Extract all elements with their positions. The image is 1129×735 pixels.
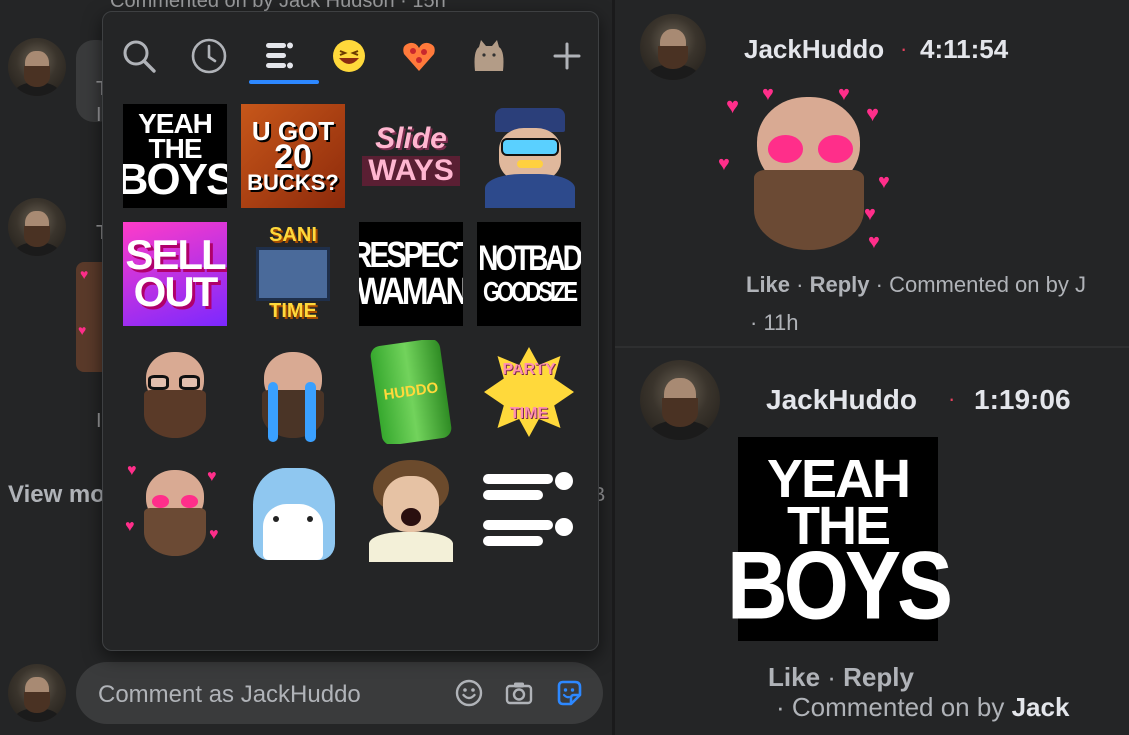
camera-icon (505, 682, 533, 705)
separator: · (796, 272, 810, 297)
sticker-yeah-the-boys[interactable]: YEAH THE BOYS (123, 104, 227, 208)
sticker-text: BUCKS? (247, 169, 339, 195)
comment-text-fragment: I (96, 104, 102, 126)
emoji-button[interactable] (452, 676, 486, 710)
sticker-huddo-can[interactable]: HUDDO (359, 340, 463, 444)
sticker-text: OUT (133, 268, 219, 315)
commented-by-line: · Commented on by Jack (776, 692, 1069, 723)
smiley-icon (455, 679, 483, 707)
sticker-text: TIME (509, 405, 549, 422)
like-link[interactable]: Like (768, 662, 820, 692)
reply-link[interactable]: Reply (810, 272, 870, 297)
comment-sticker-heart-eyes: ♥ ♥ ♥ ♥ ♥ ♥ ♥ ♥ (718, 83, 890, 253)
sticker-respect-waman[interactable]: RESPECT WAMAN (359, 222, 463, 326)
laughing-face-icon (333, 40, 365, 72)
sticker-glasses-face[interactable] (123, 340, 227, 444)
like-link[interactable]: Like (746, 272, 790, 297)
sticker-shark[interactable] (241, 458, 345, 562)
sticker-text: WAYS (362, 155, 460, 187)
sticker-text: TIME (269, 300, 317, 322)
live-dot: · (948, 386, 956, 411)
comment-text-fragment: I (96, 410, 102, 432)
sticker-text: Slide (375, 121, 447, 155)
tab-pack-pusheen[interactable] (459, 28, 519, 84)
sticker-sell-out[interactable]: SELL OUT (123, 222, 227, 326)
sticker-text: RESPECT (359, 235, 463, 275)
comment-actions: Like · Reply (768, 662, 914, 693)
tab-search[interactable] (109, 28, 169, 84)
comment-timestamp[interactable]: 4:11:54 (920, 34, 1008, 65)
commenter-name[interactable]: Jack (1012, 692, 1070, 722)
sticker-cop[interactable] (477, 104, 581, 208)
avatar[interactable] (640, 14, 706, 80)
cat-icon (474, 40, 504, 71)
heart-pizza-icon (403, 42, 435, 71)
commented-by-text: · Commented on by J (875, 272, 1086, 297)
sticker-text: BOYS (726, 531, 953, 640)
sticker-text: NOTBAD (478, 238, 581, 278)
photo-button[interactable] (502, 676, 536, 710)
sticker-text: GOODSIZE (482, 275, 578, 307)
sticker-picker: YEAH THE BOYS U GOT 20 BUCKS? Slide WAYS… (102, 11, 599, 651)
clock-icon (191, 38, 227, 74)
tab-add-pack[interactable] (537, 28, 597, 84)
sticker-text: WAMAN (359, 269, 463, 313)
sticker-slide-ways[interactable]: Slide WAYS (359, 104, 463, 208)
comment-sticker-yeah-the-boys: YEAH THE BOYS (727, 437, 953, 641)
sticker-screaming-face[interactable] (359, 458, 463, 562)
sticker-sani-time[interactable]: SANI TIME (241, 222, 345, 326)
sticker-text: BOYS (123, 155, 227, 205)
composer-avatar[interactable] (8, 664, 66, 722)
tab-pack-huddo[interactable] (249, 28, 319, 84)
plus-icon (553, 42, 581, 70)
avatar[interactable] (8, 198, 66, 256)
comment-input[interactable]: Comment as JackHuddo (98, 681, 361, 709)
sticker-speed-lines[interactable] (477, 458, 581, 562)
sticker-text: PARTY (502, 360, 556, 378)
avatar[interactable] (8, 38, 66, 96)
comment-timestamp[interactable]: 1:19:06 (974, 384, 1071, 416)
tab-recent[interactable] (179, 28, 239, 84)
comment-age: · 11h (750, 310, 799, 335)
sticker-text: SANI (269, 224, 317, 247)
commented-by-text: · Commented on by (776, 692, 1012, 722)
sticker-heart-eyes[interactable]: ♥ ♥ ♥ ♥ (123, 458, 227, 562)
comment-composer[interactable]: Comment as JackHuddo (76, 662, 603, 724)
view-more-comments-link[interactable]: View mo (8, 481, 105, 509)
sticker-icon (557, 680, 582, 706)
tab-pack-emoji[interactable] (319, 28, 379, 84)
separator: · (827, 662, 844, 692)
reply-link[interactable]: Reply (843, 662, 914, 692)
sticker-u-got-20-bucks[interactable]: U GOT 20 BUCKS? (241, 104, 345, 208)
tab-pack-heart[interactable] (389, 28, 449, 84)
sticker-text: HUDDO (369, 340, 453, 444)
sticker-crying-face[interactable] (241, 340, 345, 444)
comment-author[interactable]: JackHuddo (766, 384, 917, 416)
sticker-party-time[interactable]: PARTY TIME (477, 340, 581, 444)
sticker-pack-icon (266, 42, 293, 69)
sticker-text: 20 (274, 137, 312, 176)
avatar[interactable] (640, 360, 720, 440)
comment-separator (615, 346, 1129, 348)
comment-actions: Like · Reply · Commented on by J (746, 272, 1086, 298)
live-dot: · (900, 36, 908, 61)
sticker-notbad-goodsize[interactable]: NOTBAD GOODSIZE (477, 222, 581, 326)
sticker-pack-tabs (103, 12, 598, 92)
comment-author[interactable]: JackHuddo (744, 34, 884, 65)
search-icon (123, 40, 156, 73)
sticker-button[interactable] (552, 676, 586, 710)
